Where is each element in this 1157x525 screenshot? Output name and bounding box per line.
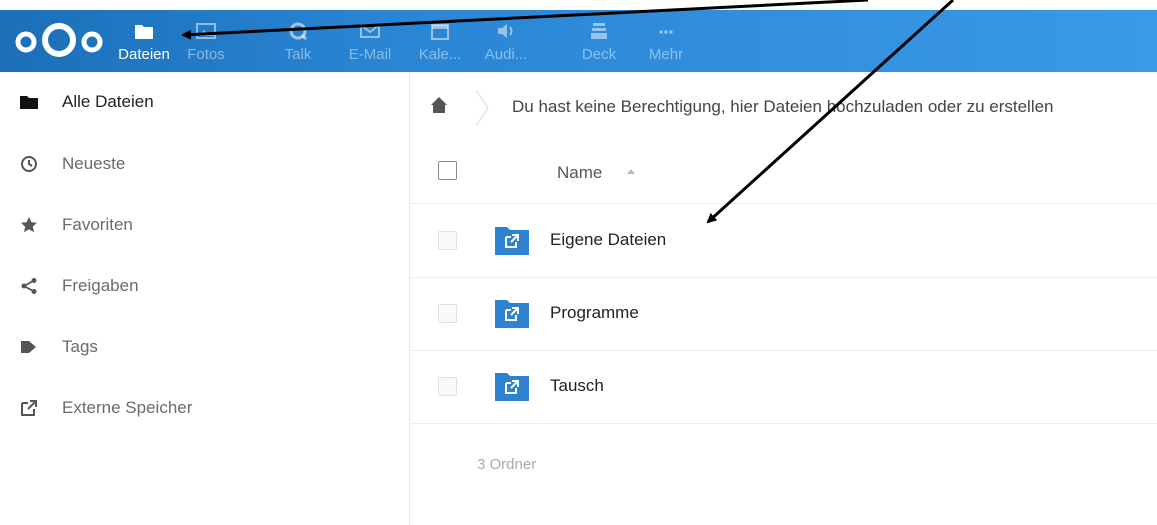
folder-icon (20, 96, 38, 109)
file-row[interactable]: Programme (410, 278, 1157, 351)
file-count-summary: 3 Ordner (477, 456, 537, 473)
folder-icon (135, 25, 153, 39)
app-label: Dateien (118, 46, 170, 63)
file-name[interactable]: Programme (550, 303, 639, 323)
star-icon (21, 217, 37, 233)
app-talk[interactable]: Talk (267, 18, 329, 68)
app-deck[interactable]: Deck (568, 18, 630, 68)
share-icon (21, 278, 37, 294)
top-app-bar: Dateien Fotos Talk E-Mail Kale... Audi..… (0, 10, 1157, 72)
sidebar-item-label: Tags (62, 337, 98, 356)
home-icon[interactable] (430, 96, 448, 114)
external-icon (21, 400, 37, 416)
app-label: Audi... (484, 46, 528, 63)
mail-icon (360, 24, 380, 38)
tag-icon (21, 341, 36, 353)
app-fotos[interactable]: Fotos (175, 18, 237, 68)
app-dateien[interactable]: Dateien (113, 18, 175, 68)
file-name[interactable]: Eigene Dateien (550, 230, 666, 250)
file-list-header: Name (410, 140, 1157, 204)
row-checkbox[interactable] (438, 304, 457, 323)
breadcrumb-separator-icon (475, 89, 489, 127)
app-kalender[interactable]: Kale... (409, 18, 471, 68)
sidebar-item-tags[interactable]: Tags (0, 323, 410, 373)
external-folder-icon (495, 300, 529, 328)
file-row[interactable]: Eigene Dateien (410, 205, 1157, 278)
external-folder-icon (495, 227, 529, 255)
sidebar-item-label: Neueste (62, 154, 126, 173)
nextcloud-logo[interactable] (12, 20, 108, 60)
file-row[interactable]: Tausch (410, 351, 1157, 424)
sidebar-item-label: Freigaben (62, 276, 139, 295)
sidebar-item-label: Favoriten (62, 215, 133, 234)
clock-icon (21, 156, 37, 172)
column-header-name[interactable]: Name (557, 163, 602, 183)
image-icon (196, 23, 216, 39)
talk-icon (289, 22, 308, 40)
sort-ascending-icon[interactable] (627, 169, 635, 174)
sidebar-item-externe-speicher[interactable]: Externe Speicher (0, 384, 410, 434)
select-all-checkbox[interactable] (438, 161, 457, 180)
app-label: Mehr (648, 46, 684, 63)
sidebar-item-favoriten[interactable]: Favoriten (0, 201, 410, 251)
sidebar-item-alle-dateien[interactable]: Alle Dateien (0, 78, 410, 128)
sidebar-item-freigaben[interactable]: Freigaben (0, 262, 410, 312)
external-folder-icon (495, 373, 529, 401)
sidebar-item-label: Alle Dateien (62, 92, 154, 111)
app-label: Talk (284, 46, 312, 63)
app-email[interactable]: E-Mail (339, 18, 401, 68)
sidebar-navigation: Alle Dateien Neueste Favoriten Freigaben… (0, 72, 410, 525)
deck-icon (591, 23, 607, 39)
calendar-icon (431, 24, 449, 40)
app-label: Deck (581, 46, 617, 63)
sidebar-item-neueste[interactable]: Neueste (0, 140, 410, 190)
permission-notice: Du hast keine Berechtigung, hier Dateien… (512, 97, 1054, 116)
audio-icon (498, 24, 513, 38)
app-audio[interactable]: Audi... (475, 18, 537, 68)
row-checkbox[interactable] (438, 231, 457, 250)
app-label: E-Mail (348, 46, 392, 63)
app-label: Kale... (418, 46, 462, 63)
more-icon (659, 30, 673, 34)
app-mehr[interactable]: Mehr (635, 18, 697, 68)
breadcrumb: Du hast keine Berechtigung, hier Dateien… (410, 80, 1157, 136)
app-label: Fotos (187, 46, 225, 63)
file-name[interactable]: Tausch (550, 376, 604, 396)
row-checkbox[interactable] (438, 377, 457, 396)
sidebar-item-label: Externe Speicher (62, 398, 193, 417)
